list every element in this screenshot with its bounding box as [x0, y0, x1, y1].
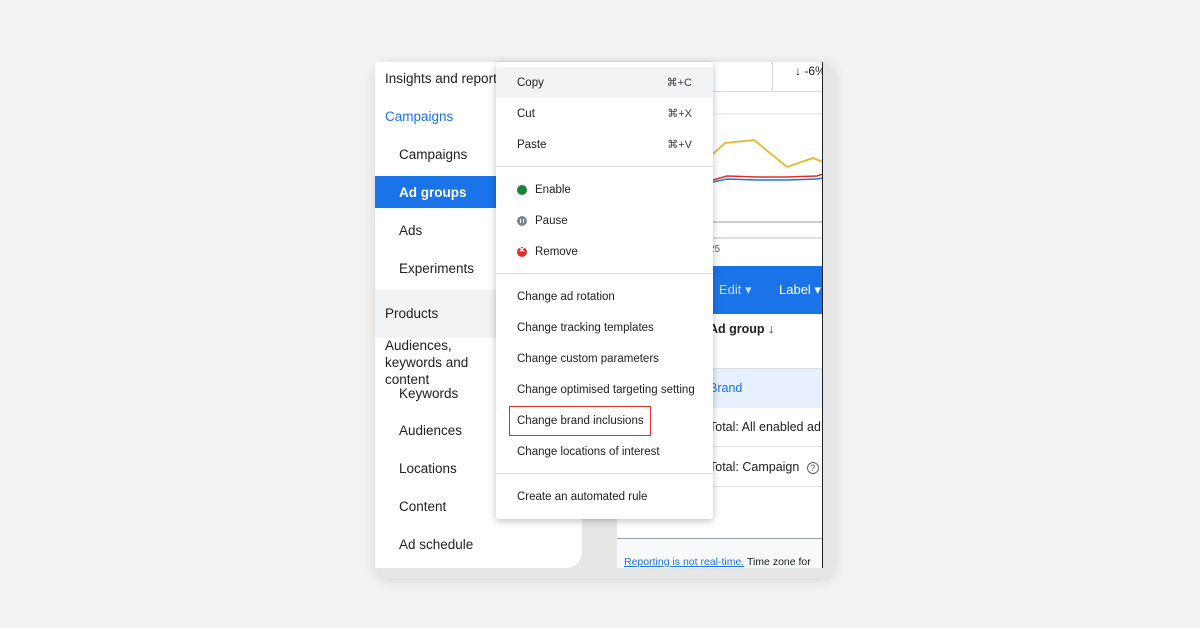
menu-item-change-locations-of-interest[interactable]: Change locations of interest [496, 436, 713, 467]
shortcut-copy: ⌘+C [666, 77, 692, 89]
menu-item-paste[interactable]: Paste ⌘+V [496, 129, 713, 160]
menu-separator [496, 473, 713, 474]
reporting-link[interactable]: Reporting is not real-time. [624, 556, 744, 568]
menu-item-create-automated-rule[interactable]: Create an automated rule [496, 481, 713, 512]
menu-item-remove[interactable]: Remove [496, 236, 713, 267]
series-blue-line [712, 177, 822, 183]
menu-item-cut[interactable]: Cut ⌘+X [496, 98, 713, 129]
menu-item-change-custom-parameters[interactable]: Change custom parameters [496, 343, 713, 374]
paused-status-icon [517, 215, 527, 226]
context-menu: Copy⌘+C Cut⌘+X Paste⌘+V Enable Pause Rem… [496, 62, 713, 519]
help-icon[interactable]: ? [806, 462, 819, 474]
column-header-ad-group[interactable]: Ad group ↓ [709, 322, 774, 336]
menu-item-enable[interactable]: Enable [496, 174, 713, 205]
menu-item-change-ad-rotation[interactable]: Change ad rotation [496, 281, 713, 312]
menu-item-change-optimised-targeting[interactable]: Change optimised targeting setting [496, 374, 713, 405]
menu-item-pause[interactable]: Pause [496, 205, 713, 236]
series-yellow-line [712, 139, 822, 169]
menu-item-change-brand-inclusions[interactable]: Change brand inclusions [496, 405, 713, 436]
shortcut-paste: ⌘+V [667, 139, 692, 151]
sort-arrow-icon: ↓ [768, 322, 775, 336]
menu-separator [496, 166, 713, 167]
enabled-status-icon [517, 184, 527, 195]
stat-change: ↓ -6% [772, 62, 822, 90]
menu-item-copy[interactable]: Copy ⌘+C [496, 67, 713, 98]
footer-note: Reporting is not real-time. Time zone fo… [624, 556, 811, 568]
shortcut-cut: ⌘+X [667, 108, 692, 120]
nav-ad-schedule[interactable]: Ad schedule [375, 528, 582, 560]
nav-audiences-section[interactable]: Audiences, keywords and content [375, 337, 495, 387]
label-dropdown[interactable]: Label ▾ [779, 282, 821, 298]
removed-status-icon [517, 245, 527, 257]
menu-separator [496, 273, 713, 274]
menu-item-change-tracking-templates[interactable]: Change tracking templates [496, 312, 713, 343]
edit-dropdown[interactable]: Edit ▾ [719, 282, 752, 298]
